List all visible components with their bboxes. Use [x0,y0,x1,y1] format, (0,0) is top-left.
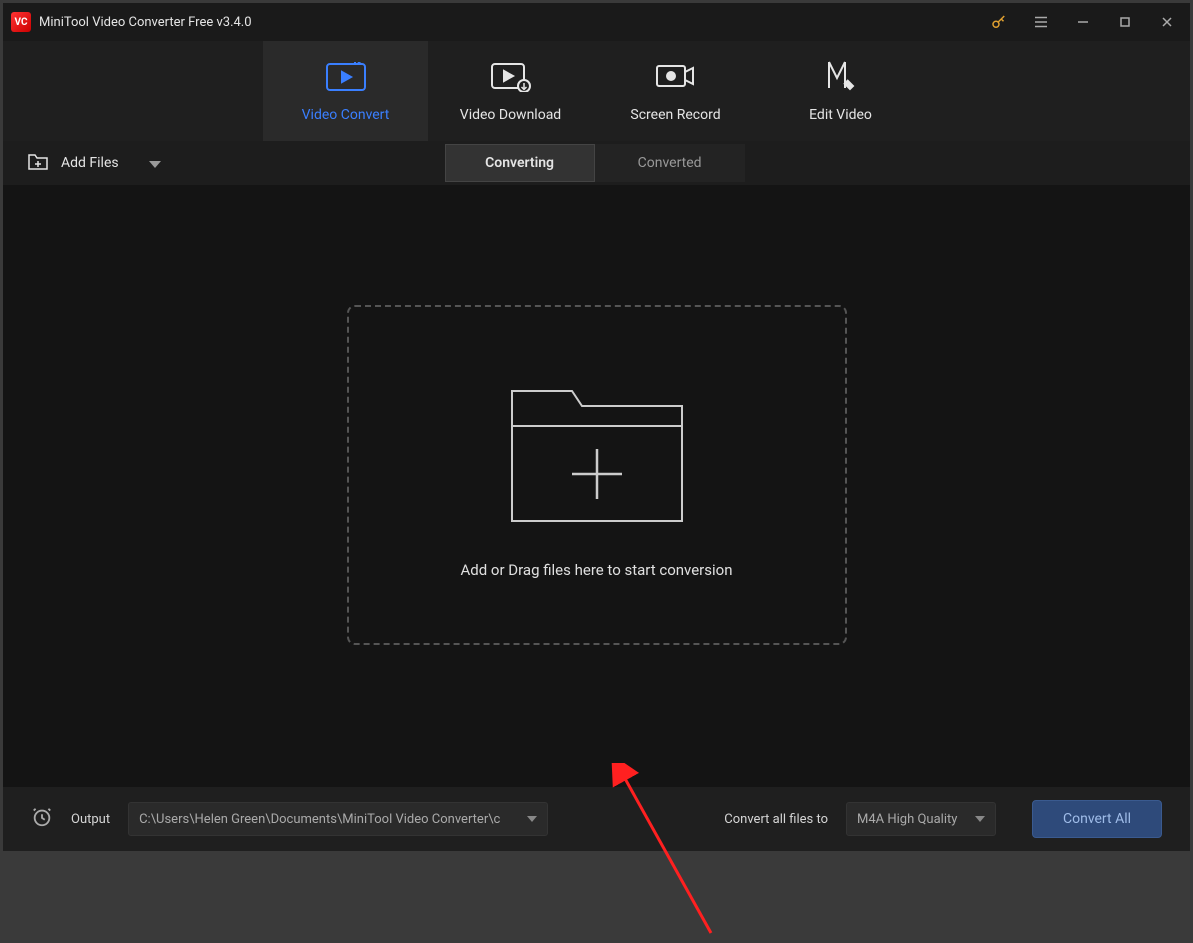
titlebar: VC MiniTool Video Converter Free v3.4.0 [3,3,1190,41]
menu-icon[interactable] [1026,7,1056,37]
maximize-button[interactable] [1110,7,1140,37]
close-button[interactable] [1152,7,1182,37]
format-selector[interactable]: M4A High Quality [846,802,996,836]
chevron-down-icon [527,812,537,827]
nav-video-convert[interactable]: Video Convert [263,41,428,141]
dropzone-text: Add or Drag files here to start conversi… [461,561,733,579]
output-label: Output [71,812,110,827]
minimize-button[interactable] [1068,7,1098,37]
main-nav: Video Convert Video Download Screen Reco… [3,41,1190,141]
output-path-value: C:\Users\Helen Green\Documents\MiniTool … [139,812,500,827]
add-folder-icon [27,151,49,175]
main-area: Add or Drag files here to start conversi… [3,185,1190,787]
nav-label: Video Download [460,107,561,123]
tab-converting[interactable]: Converting [445,144,595,182]
app-title: MiniTool Video Converter Free v3.4.0 [39,15,984,30]
nav-screen-record[interactable]: Screen Record [593,41,758,141]
nav-edit-video[interactable]: Edit Video [758,41,923,141]
chevron-down-icon [149,154,161,173]
status-tabs: Converting Converted [445,144,745,182]
output-path-selector[interactable]: C:\Users\Helen Green\Documents\MiniTool … [128,802,548,836]
nav-video-download[interactable]: Video Download [428,41,593,141]
add-files-button[interactable]: Add Files [13,145,175,181]
nav-label: Edit Video [809,107,872,123]
footer-bar: Output C:\Users\Helen Green\Documents\Mi… [3,787,1190,851]
video-convert-icon [325,59,367,95]
nav-label: Screen Record [630,107,720,123]
folder-plus-icon [502,371,692,531]
screen-record-icon [655,59,697,95]
edit-video-icon [823,59,859,95]
clock-icon[interactable] [31,806,53,832]
video-download-icon [490,59,532,95]
tab-converted[interactable]: Converted [595,144,745,182]
key-icon[interactable] [984,7,1014,37]
app-logo-icon: VC [11,12,31,32]
toolbar: Add Files Converting Converted [3,141,1190,185]
add-files-label: Add Files [61,155,119,171]
dropzone[interactable]: Add or Drag files here to start conversi… [347,305,847,645]
nav-label: Video Convert [302,107,390,123]
format-value: M4A High Quality [857,812,957,827]
convert-all-button[interactable]: Convert All [1032,800,1162,838]
chevron-down-icon [975,812,985,827]
convert-to-label: Convert all files to [724,812,828,827]
